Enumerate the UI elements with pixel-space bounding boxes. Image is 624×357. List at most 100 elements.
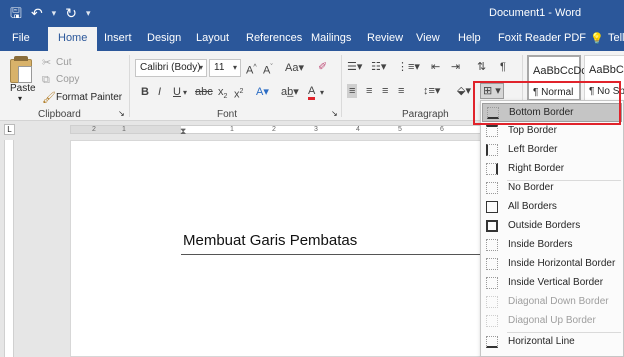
shrink-font-icon[interactable]: Aˇ (263, 61, 273, 78)
tab-file[interactable]: File (12, 32, 30, 44)
menu-item-no-border[interactable]: No Border (482, 179, 622, 198)
top-border-icon (486, 125, 498, 137)
decrease-indent-icon[interactable]: ⇤ (431, 60, 440, 74)
menu-item-outside-borders[interactable]: Outside Borders (482, 217, 622, 236)
font-color-dropdown-icon[interactable]: ▾ (320, 86, 324, 100)
align-right-icon[interactable]: ≡ (382, 84, 388, 98)
menu-item-label: No Border (508, 182, 554, 193)
tab-review[interactable]: Review (367, 32, 403, 44)
justify-icon[interactable]: ≡ (398, 84, 404, 98)
tell-me-search[interactable]: Tell (608, 32, 624, 44)
group-divider (129, 55, 130, 117)
paste-dropdown-icon[interactable]: ▾ (18, 94, 22, 103)
subscript-icon[interactable]: x2 (218, 85, 227, 104)
indent-marker-icon[interactable]: ⧗ (180, 126, 186, 137)
right-border-icon (486, 163, 498, 175)
grow-font-icon[interactable]: A^ (246, 61, 257, 78)
ruler-number: 3 (314, 126, 318, 133)
increase-indent-icon[interactable]: ⇥ (451, 60, 460, 74)
show-formatting-marks-icon[interactable]: ¶ (500, 60, 506, 74)
tab-references[interactable]: References (246, 32, 302, 44)
quick-access-toolbar: 🖫 ↶ ▾ ↻ ▾ (10, 4, 90, 22)
save-icon[interactable]: 🖫 (10, 4, 22, 22)
numbering-icon[interactable]: ☷▾ (371, 60, 386, 74)
highlight-color-icon[interactable]: ab̲▾ (281, 85, 299, 99)
font-size-dropdown-icon[interactable]: ▾ (233, 61, 237, 75)
menu-item-horizontal-line[interactable]: Horizontal Line (482, 333, 622, 352)
bullets-icon[interactable]: ☰▾ (347, 60, 362, 74)
cut-icon[interactable]: ✂ (42, 56, 51, 70)
paragraph-group-label: Paragraph (402, 109, 449, 120)
menu-item-inside-vertical-border[interactable]: Inside Vertical Border (482, 274, 622, 293)
tab-view[interactable]: View (416, 32, 440, 44)
align-left-icon[interactable]: ≡ (347, 84, 358, 98)
strikethrough-icon[interactable]: abc (195, 85, 213, 99)
menu-item-diagonal-down-border: Diagonal Down Border (482, 293, 622, 312)
font-name-select[interactable]: Calibri (Body) (135, 59, 207, 77)
menu-item-inside-horizontal-border[interactable]: Inside Horizontal Border (482, 255, 622, 274)
lightbulb-icon[interactable]: 💡 (590, 32, 604, 45)
undo-dropdown-icon[interactable]: ▾ (52, 8, 57, 19)
no-border-icon (486, 182, 498, 194)
ruler-number: 2 (272, 126, 276, 133)
tab-insert[interactable]: Insert (104, 32, 132, 44)
text-effects-icon[interactable]: A▾ (256, 85, 269, 99)
menu-item-label: Inside Horizontal Border (508, 258, 616, 269)
menu-item-right-border[interactable]: Right Border (482, 160, 622, 179)
undo-icon[interactable]: ↶ (31, 4, 43, 22)
superscript-icon[interactable]: x2 (234, 85, 243, 102)
clear-formatting-icon[interactable]: ✐ (318, 60, 327, 74)
ribbon-tabs: File Home Insert Design Layout Reference… (0, 27, 624, 51)
menu-item-left-border[interactable]: Left Border (482, 141, 622, 160)
redo-icon[interactable]: ↻ (65, 4, 77, 22)
tab-home[interactable]: Home (48, 27, 98, 51)
tab-help[interactable]: Help (458, 32, 481, 44)
sort-icon[interactable]: ⇅ (477, 60, 486, 74)
menu-item-all-borders[interactable]: All Borders (482, 198, 622, 217)
bold-icon[interactable]: B (141, 85, 149, 99)
ruler-number: 2 (92, 126, 96, 133)
tab-selector[interactable]: L (4, 124, 15, 135)
menu-item-diagonal-up-border: Diagonal Up Border (482, 312, 622, 331)
style-sample: AaBbCcDc (533, 65, 587, 77)
underline-icon[interactable]: U (173, 85, 181, 99)
document-page[interactable]: Membuat Garis Pembatas (70, 140, 491, 357)
tab-mailings[interactable]: Mailings (311, 32, 351, 44)
paste-button[interactable]: Paste (10, 83, 36, 94)
align-center-icon[interactable]: ≡ (366, 84, 372, 98)
style-sample: AaBbCc (589, 64, 624, 76)
tab-foxit-reader-pdf[interactable]: Foxit Reader PDF (498, 32, 586, 44)
line-spacing-icon[interactable]: ↕≡▾ (423, 84, 440, 98)
all-borders-icon (486, 201, 498, 213)
font-color-icon[interactable]: A (308, 85, 316, 100)
menu-item-label: Diagonal Down Border (508, 296, 609, 307)
font-name-dropdown-icon[interactable]: ▾ (199, 61, 203, 75)
tab-layout[interactable]: Layout (196, 32, 229, 44)
document-heading[interactable]: Membuat Garis Pembatas (183, 232, 357, 249)
diagonal-down-border-icon (486, 296, 498, 308)
copy-button[interactable]: Copy (56, 74, 79, 85)
title-bar: 🖫 ↶ ▾ ↻ ▾ Document1 - Word (0, 0, 624, 27)
menu-item-inside-borders[interactable]: Inside Borders (482, 236, 622, 255)
menu-item-label: Inside Borders (508, 239, 573, 250)
paste-icon[interactable] (10, 56, 32, 83)
italic-icon[interactable]: I (158, 85, 161, 99)
font-launcher-icon[interactable]: ↘ (331, 109, 338, 118)
multilevel-list-icon[interactable]: ⋮≡▾ (397, 60, 420, 74)
ruler-number: 6 (440, 126, 444, 133)
cut-button[interactable]: Cut (56, 57, 72, 68)
underline-dropdown-icon[interactable]: ▾ (183, 86, 187, 100)
format-painter-icon[interactable]: 🖌 (42, 91, 56, 105)
format-painter-button[interactable]: Format Painter (56, 92, 122, 103)
clipboard-launcher-icon[interactable]: ↘ (118, 109, 125, 118)
horizontal-ruler[interactable] (70, 125, 490, 134)
change-case-icon[interactable]: Aa▾ (285, 61, 304, 75)
window-title: Document1 - Word (489, 7, 582, 19)
vertical-ruler[interactable] (4, 140, 14, 357)
copy-icon[interactable]: ⧉ (42, 73, 50, 87)
customize-toolbar-icon[interactable]: ▾ (86, 8, 91, 19)
shading-icon[interactable]: ⬙▾ (457, 84, 471, 98)
clipboard-group-label: Clipboard (38, 109, 81, 120)
menu-item-label: All Borders (508, 201, 557, 212)
tab-design[interactable]: Design (147, 32, 181, 44)
